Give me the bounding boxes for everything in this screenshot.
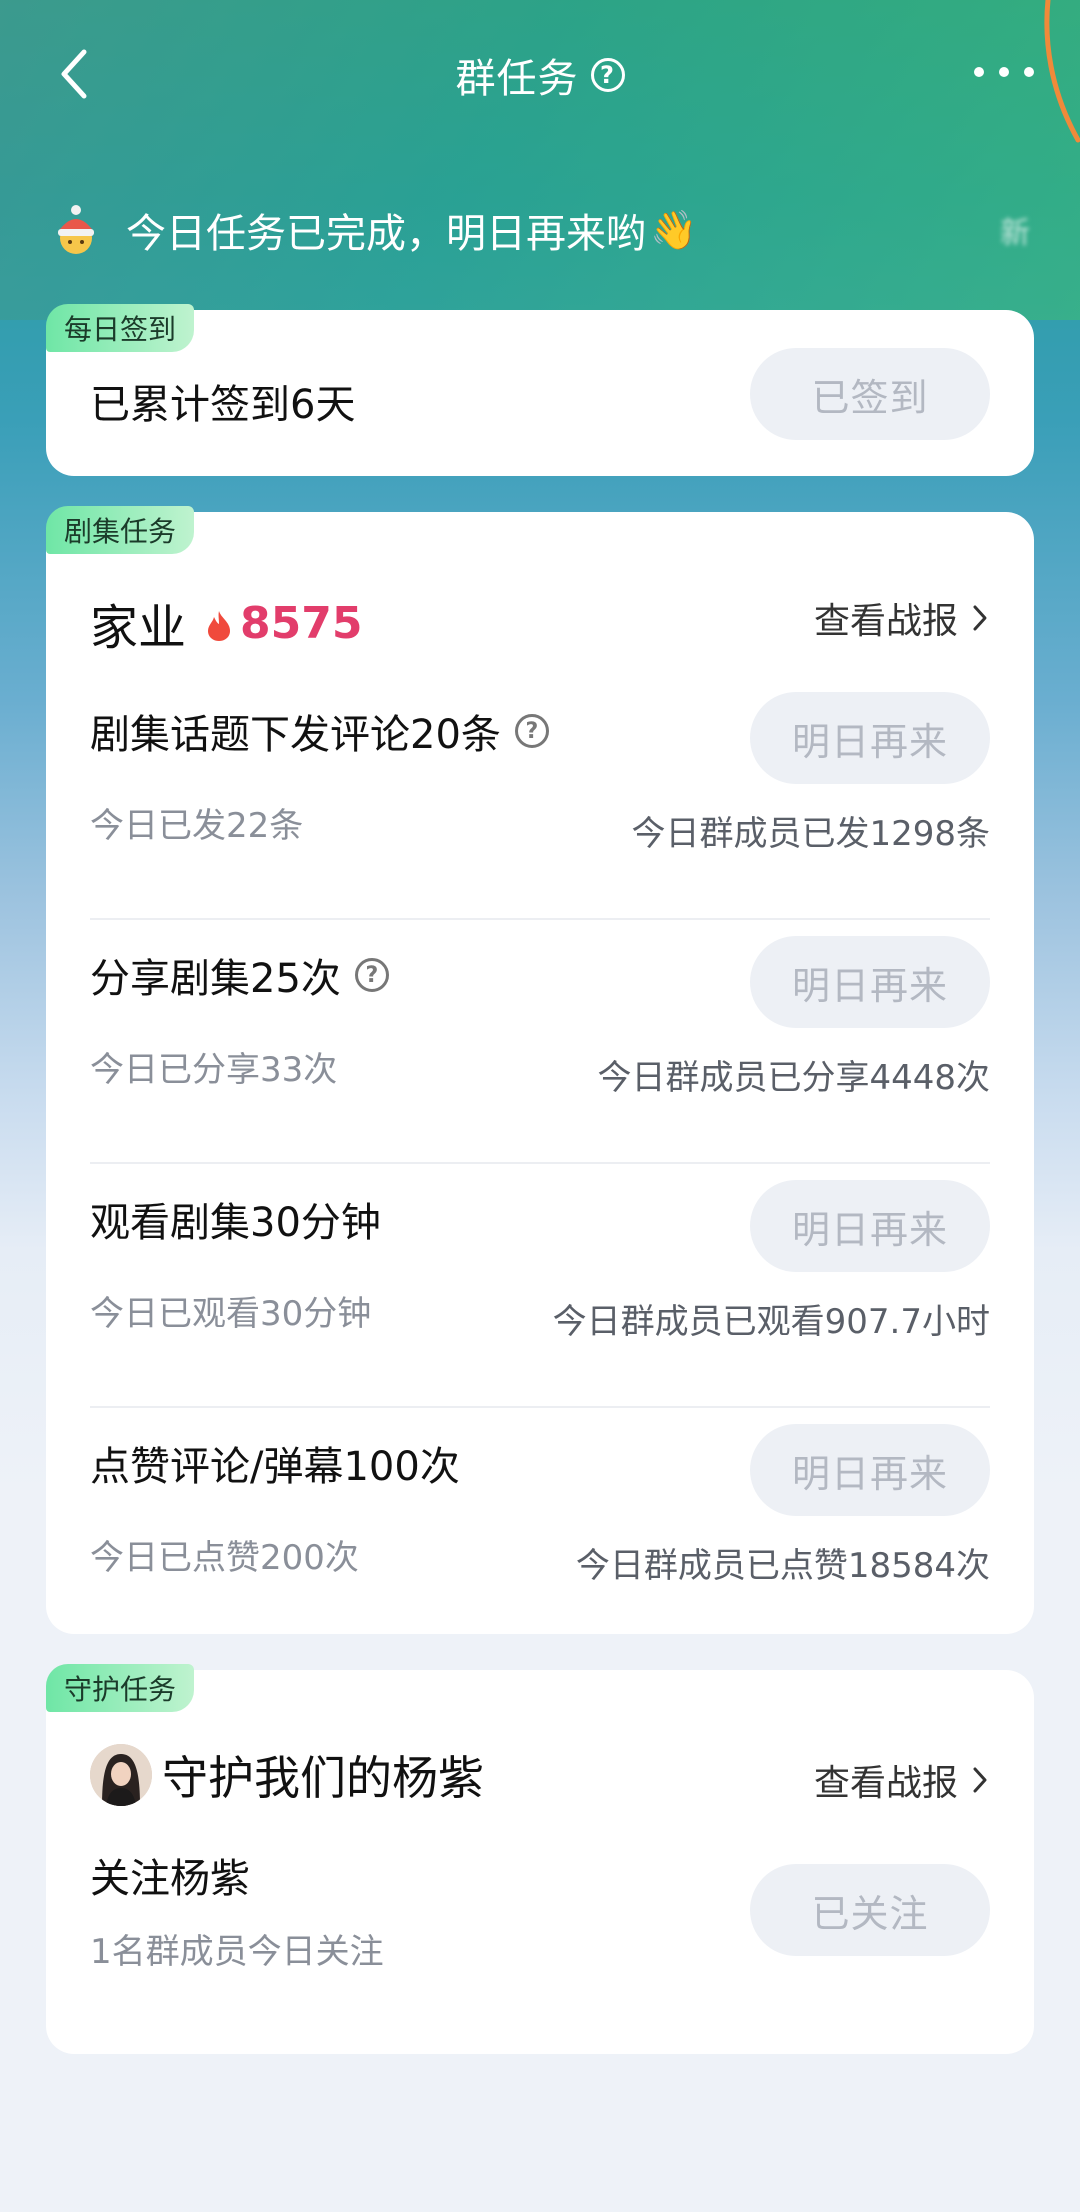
task-own-progress: 今日已观看30分钟 — [90, 1294, 372, 1334]
come-back-tomorrow-button[interactable]: 明日再来 — [750, 1180, 990, 1272]
view-report-label: 查看战报 — [813, 1763, 958, 1804]
task-group-progress: 今日群成员已点赞18584次 — [575, 1546, 990, 1586]
dot — [974, 67, 984, 77]
task-group-progress: 今日群成员已发1298条 — [631, 814, 990, 854]
page-title-group: 群任务 ? — [0, 46, 1080, 104]
completion-notice: 今日任务已完成，明日再来哟 👋 新 — [48, 190, 1048, 270]
task-group-progress: 今日群成员已分享4448次 — [597, 1058, 990, 1098]
view-report-label: 查看战报 — [813, 601, 958, 642]
help-icon[interactable]: ? — [514, 714, 549, 748]
guard-header: 守护我们的杨紫 — [90, 1742, 484, 1808]
view-report-link[interactable]: 查看战报 — [814, 1754, 988, 1806]
series-task-tag: 剧集任务 — [46, 506, 195, 554]
daily-checkin-tag: 每日签到 — [46, 304, 195, 352]
show-name: 家业 — [90, 600, 187, 656]
come-back-tomorrow-button[interactable]: 明日再来 — [750, 936, 990, 1028]
flame-icon — [208, 611, 231, 641]
guard-title: 守护我们的杨紫 — [162, 1751, 484, 1805]
task-item-likes: 点赞评论/弹幕100次 今日已点赞200次 今日群成员已点赞18584次 明日再… — [90, 1408, 990, 1652]
followed-button[interactable]: 已关注 — [750, 1864, 990, 1956]
series-task-card: 剧集任务 家业 8575 查看战报 剧集话题下发评论20条 ? 今日已发22条 … — [46, 506, 1034, 1634]
task-title-text: 点赞评论/弹幕100次 — [90, 1444, 460, 1490]
task-title-text: 剧集话题下发评论20条 — [90, 712, 501, 758]
page-title: 群任务 — [455, 56, 579, 102]
notice-trailing-text: 新 — [1000, 216, 1030, 251]
follow-task-subtitle: 1名群成员今日关注 — [90, 1932, 384, 1972]
task-title: 点赞评论/弹幕100次 — [90, 1434, 460, 1492]
follow-task-title: 关注杨紫 — [90, 1856, 250, 1902]
task-item-share: 分享剧集25次 ? 今日已分享33次 今日群成员已分享4448次 明日再来 — [90, 920, 990, 1164]
guard-task-card: 守护任务 守护我们的杨紫 查看战报 关注杨紫 1名群成员今日关注 已关注 — [46, 1664, 1034, 2054]
chevron-right-icon — [973, 1767, 987, 1793]
top-bar: 群任务 ? — [0, 0, 1080, 150]
task-own-progress: 今日已发22条 — [90, 806, 304, 846]
task-item-comments: 剧集话题下发评论20条 ? 今日已发22条 今日群成员已发1298条 明日再来 — [90, 676, 990, 920]
view-report-link[interactable]: 查看战报 — [814, 592, 988, 644]
daily-checkin-card: 每日签到 已累计签到6天 已签到 — [46, 304, 1034, 476]
show-header: 家业 8575 — [90, 588, 362, 658]
task-title: 剧集话题下发评论20条 ? — [90, 702, 549, 760]
avatar-image — [90, 1744, 152, 1806]
task-title-text: 分享剧集25次 — [90, 956, 341, 1002]
task-title: 观看剧集30分钟 — [90, 1190, 381, 1248]
task-own-progress: 今日已分享33次 — [90, 1050, 338, 1090]
task-own-progress: 今日已点赞200次 — [90, 1538, 359, 1578]
task-item-watch: 观看剧集30分钟 今日已观看30分钟 今日群成员已观看907.7小时 明日再来 — [90, 1164, 990, 1408]
dot — [999, 67, 1009, 77]
orange-scribble — [1044, 0, 1080, 143]
come-back-tomorrow-button[interactable]: 明日再来 — [750, 1424, 990, 1516]
waving-hand-emoji: 👋 — [650, 207, 698, 252]
winter-hat-emoji-icon — [58, 205, 94, 254]
notice-text: 今日任务已完成，明日再来哟 — [126, 211, 646, 257]
more-options-button[interactable] — [974, 52, 1034, 92]
guard-task-tag: 守护任务 — [46, 1664, 195, 1712]
help-icon[interactable]: ? — [354, 958, 389, 992]
chevron-right-icon — [973, 605, 987, 631]
help-icon[interactable]: ? — [590, 58, 625, 92]
checked-in-button[interactable]: 已签到 — [750, 348, 990, 440]
checkin-streak-text: 已累计签到6天 — [90, 382, 356, 428]
task-title-text: 观看剧集30分钟 — [90, 1200, 381, 1246]
heat-value: 8575 — [240, 597, 363, 649]
avatar[interactable] — [90, 1744, 152, 1806]
task-group-progress: 今日群成员已观看907.7小时 — [552, 1302, 990, 1342]
come-back-tomorrow-button[interactable]: 明日再来 — [750, 692, 990, 784]
dot — [1024, 67, 1034, 77]
task-title: 分享剧集25次 ? — [90, 946, 389, 1004]
